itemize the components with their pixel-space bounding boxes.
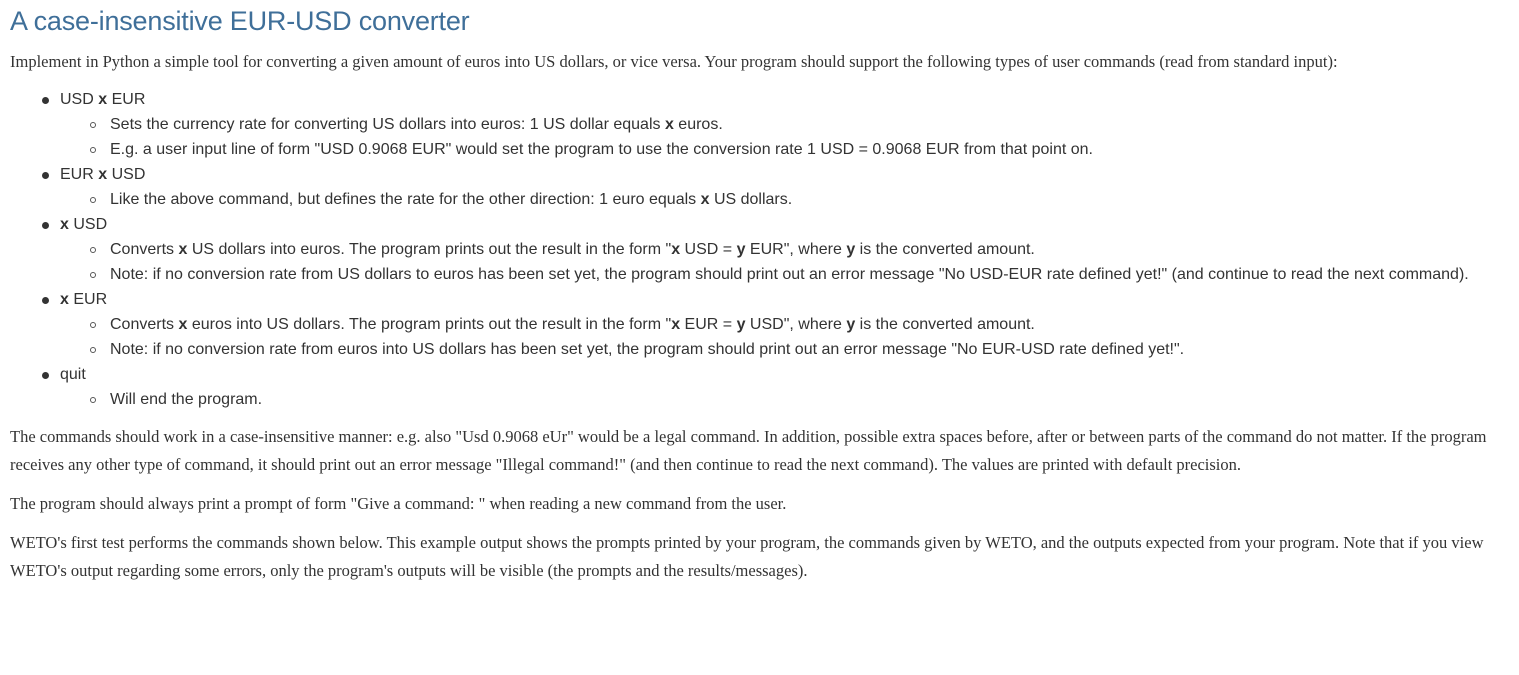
variable-text: x: [664, 116, 674, 133]
text-segment: quit: [60, 366, 86, 383]
text-segment: Converts: [110, 241, 179, 258]
command-label: EUR x USD: [60, 166, 145, 183]
variable-text: y: [846, 241, 856, 258]
text-segment: is the converted amount.: [855, 316, 1035, 333]
text-segment: EUR: [107, 91, 146, 108]
command-details: Converts x US dollars into euros. The pr…: [10, 237, 1510, 287]
text-segment: US dollars into euros. The program print…: [187, 241, 672, 258]
text-segment: USD: [107, 166, 146, 183]
text-segment: Sets the currency rate for converting US…: [110, 116, 665, 133]
weto-test-paragraph: WETO's first test performs the commands …: [10, 533, 1484, 580]
text-segment: is the converted amount.: [855, 241, 1035, 258]
text-segment: Note: if no conversion rate from US doll…: [110, 266, 1469, 283]
command-item: x USD Converts x US dollars into euros. T…: [10, 212, 1510, 287]
command-label: x USD: [60, 216, 107, 233]
text-segment: euros into US dollars. The program print…: [187, 316, 672, 333]
text-segment: Note: if no conversion rate from euros i…: [110, 341, 1185, 358]
variable-text: y: [846, 316, 856, 333]
command-detail: Converts x US dollars into euros. The pr…: [90, 237, 1510, 262]
command-detail: Sets the currency rate for converting US…: [90, 112, 1510, 137]
command-detail: Converts x euros into US dollars. The pr…: [90, 312, 1510, 337]
command-label: quit: [60, 366, 86, 383]
command-item: quit Will end the program.: [10, 362, 1510, 412]
text-segment: Will end the program.: [110, 391, 263, 408]
text-segment: EUR: [60, 166, 99, 183]
variable-text: x: [60, 216, 69, 233]
variable-text: x: [671, 241, 681, 258]
text-segment: euros.: [673, 116, 723, 133]
command-label: USD x EUR: [60, 91, 145, 108]
prompt-paragraph: The program should always print a prompt…: [10, 494, 787, 513]
text-segment: E.g. a user input line of form "USD 0.90…: [110, 141, 1093, 158]
variable-text: x: [98, 166, 108, 183]
text-segment: USD =: [680, 241, 737, 258]
text-segment: USD", where: [745, 316, 847, 333]
text-segment: Like the above command, but defines the …: [110, 191, 701, 208]
command-detail: Like the above command, but defines the …: [90, 187, 1510, 212]
page-title: A case-insensitive EUR-USD converter: [10, 6, 470, 36]
text-segment: EUR: [68, 291, 108, 308]
assignment-page: A case-insensitive EUR-USD converter Imp…: [10, 0, 1510, 585]
variable-text: x: [671, 316, 681, 333]
text-segment: USD: [60, 91, 99, 108]
command-details: Converts x euros into US dollars. The pr…: [10, 312, 1510, 362]
text-segment: EUR", where: [745, 241, 847, 258]
command-item: USD x EUR Sets the currency rate for conv…: [10, 87, 1510, 162]
command-item: x EUR Converts x euros into US dollars. T…: [10, 287, 1510, 362]
variable-text: x: [98, 91, 108, 108]
text-segment: EUR =: [680, 316, 737, 333]
intro-paragraph: Implement in Python a simple tool for co…: [10, 52, 1338, 71]
case-insensitivity-paragraph: The commands should work in a case-insen…: [10, 427, 1487, 474]
command-list: USD x EUR Sets the currency rate for conv…: [10, 87, 1510, 412]
text-segment: Converts: [110, 316, 179, 333]
text-segment: USD: [68, 216, 108, 233]
command-item: EUR x USD Like the above command, but def…: [10, 162, 1510, 212]
command-details: Will end the program.: [10, 387, 1510, 412]
variable-text: x: [60, 291, 69, 308]
command-detail: E.g. a user input line of form "USD 0.90…: [90, 137, 1510, 162]
command-detail: Will end the program.: [90, 387, 1510, 412]
text-segment: US dollars.: [709, 191, 793, 208]
command-details: Sets the currency rate for converting US…: [10, 112, 1510, 162]
command-details: Like the above command, but defines the …: [10, 187, 1510, 212]
variable-text: x: [700, 191, 710, 208]
command-detail: Note: if no conversion rate from euros i…: [90, 337, 1510, 362]
command-label: x EUR: [60, 291, 107, 308]
command-detail: Note: if no conversion rate from US doll…: [90, 262, 1510, 287]
